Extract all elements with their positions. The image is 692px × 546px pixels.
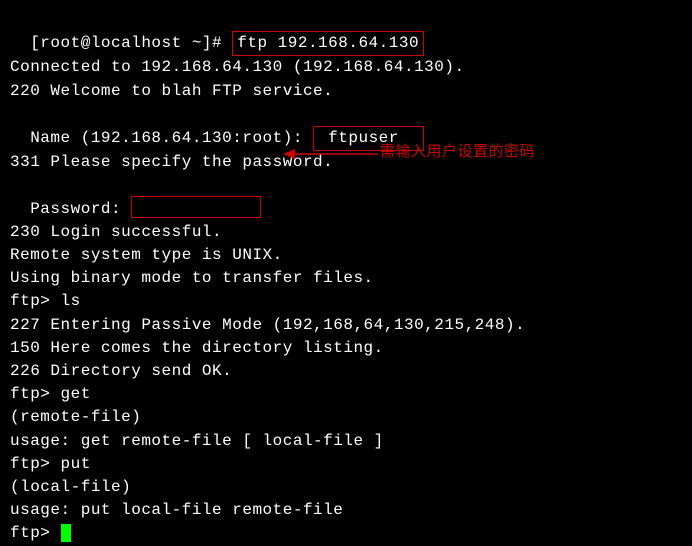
- terminal-line: (local-file): [10, 476, 682, 499]
- shell-prompt: [root@localhost ~]#: [30, 34, 232, 52]
- ftp-prompt: ftp>: [10, 524, 61, 542]
- terminal-line: 230 Login successful.: [10, 221, 682, 244]
- cursor-icon: [61, 524, 71, 542]
- terminal-line-ftp: ftp> put: [10, 453, 682, 476]
- terminal-line: usage: put local-file remote-file: [10, 499, 682, 522]
- ftp-command-highlight: ftp 192.168.64.130: [232, 31, 424, 56]
- terminal-line: 150 Here comes the directory listing.: [10, 337, 682, 360]
- terminal-line: 226 Directory send OK.: [10, 360, 682, 383]
- password-label: Password:: [30, 200, 131, 218]
- terminal-line-prompt: [root@localhost ~]# ftp 192.168.64.130: [10, 8, 682, 56]
- terminal-line-name: Name (192.168.64.130:root): ftpuser: [10, 103, 682, 151]
- terminal-line: Remote system type is UNIX.: [10, 244, 682, 267]
- ftp-cmd-ls: ls: [61, 292, 81, 310]
- ftp-prompt: ftp>: [10, 385, 61, 403]
- terminal-line-ftp: ftp> get: [10, 383, 682, 406]
- terminal-line: usage: get remote-file [ local-file ]: [10, 430, 682, 453]
- name-prompt-text: Name (192.168.64.130:root):: [30, 129, 313, 147]
- annotation-text: 需输入用户设置的密码: [380, 142, 535, 164]
- terminal-line: 227 Entering Passive Mode (192,168,64,13…: [10, 314, 682, 337]
- terminal-line: Using binary mode to transfer files.: [10, 267, 682, 290]
- terminal-line-password: Password:: [10, 174, 682, 221]
- terminal-line-ftp-cursor[interactable]: ftp>: [10, 522, 682, 545]
- password-input-highlight[interactable]: [131, 196, 261, 218]
- ftp-prompt: ftp>: [10, 455, 61, 473]
- ftp-prompt: ftp>: [10, 292, 61, 310]
- terminal-line: 220 Welcome to blah FTP service.: [10, 80, 682, 103]
- terminal-line: Connected to 192.168.64.130 (192.168.64.…: [10, 56, 682, 79]
- ftp-cmd-put: put: [61, 455, 91, 473]
- ftp-cmd-get: get: [61, 385, 91, 403]
- terminal-line: 331 Please specify the password.: [10, 151, 682, 174]
- terminal-line-ftp: ftp> ls: [10, 290, 682, 313]
- terminal-line: (remote-file): [10, 406, 682, 429]
